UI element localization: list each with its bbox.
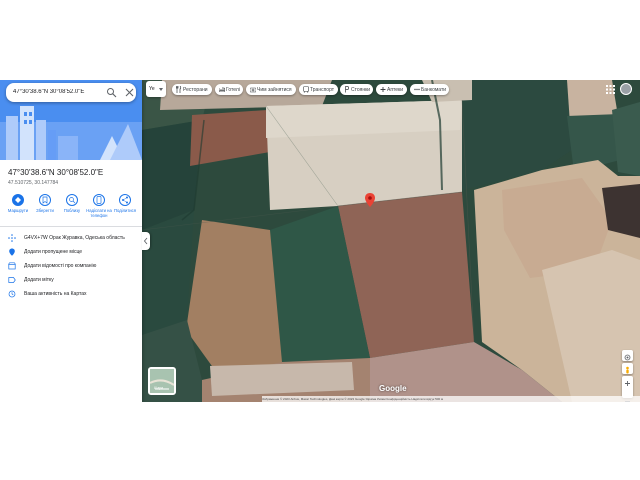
send-to-phone-button[interactable]: Надіслати на телефон xyxy=(85,194,113,218)
map-type-label: Ye xyxy=(149,86,155,92)
info-row-add-label[interactable]: Додати мітку xyxy=(8,275,138,285)
action-label: Зберегти xyxy=(36,208,54,213)
label-icon xyxy=(8,277,16,283)
info-row-add-business[interactable]: Додати відомості про компанію xyxy=(8,261,138,271)
chevron-down-icon xyxy=(159,88,163,91)
zoom-in-icon[interactable] xyxy=(622,378,633,389)
action-label: Надіслати на телефон xyxy=(86,208,112,218)
hero-image xyxy=(0,80,142,160)
chip-label: Банкомати xyxy=(421,87,447,93)
camera-icon xyxy=(250,87,256,93)
pharmacy-icon xyxy=(380,87,386,92)
map-attribution: Зображення © 2023 Airbus, Maxar Technolo… xyxy=(262,396,640,402)
place-title: 47°30'38.6"N 30°08'52.0"E xyxy=(8,168,104,177)
nearby-icon xyxy=(69,197,76,204)
map-type-select[interactable]: Ye xyxy=(146,81,166,97)
info-row-text: Додати відомості про компанію xyxy=(24,263,97,269)
bookmark-icon xyxy=(42,196,48,204)
hotel-icon xyxy=(219,87,225,92)
layers-label: Шари xyxy=(154,386,164,390)
chevron-left-icon xyxy=(143,237,148,245)
location-pin-icon[interactable] xyxy=(365,193,375,207)
send-to-phone-icon xyxy=(96,196,102,204)
chip-hotels[interactable]: Готелі xyxy=(215,84,243,95)
search-box xyxy=(6,83,136,102)
save-button[interactable]: Зберегти xyxy=(31,194,59,213)
info-row-text: Ваша активність на Картах xyxy=(24,291,87,297)
place-panel: 47°30'38.6"N 30°08'52.0"E 47.510725, 30.… xyxy=(0,80,142,402)
info-row-add-place[interactable]: Додати пропущене місце xyxy=(8,247,138,257)
directions-icon xyxy=(15,197,21,203)
chip-label: Транспорт xyxy=(310,87,335,93)
chip-restaurants[interactable]: Ресторани xyxy=(172,84,212,95)
transit-icon xyxy=(303,86,309,93)
chip-parking[interactable]: Стоянки xyxy=(340,84,373,95)
directions-button[interactable]: Маршрути xyxy=(4,194,32,213)
info-row-text: Додати мітку xyxy=(24,277,54,283)
action-label: Поблизу xyxy=(63,208,81,213)
zoom-controls xyxy=(622,376,633,402)
business-icon xyxy=(8,262,16,270)
pegman-button[interactable] xyxy=(622,363,633,374)
search-input[interactable] xyxy=(13,86,101,98)
app-frame: Ye Ресторани Готелі Чим зайнятися Трансп… xyxy=(0,80,640,402)
atm-icon xyxy=(414,88,420,91)
my-location-button[interactable] xyxy=(622,350,633,361)
info-row-text: G4VX+7W Орак Журавка, Одеська область xyxy=(24,235,125,241)
pegman-icon xyxy=(626,366,629,374)
info-row-text: Додати пропущене місце xyxy=(24,249,83,255)
plus-code-icon xyxy=(8,234,16,242)
chip-label: Стоянки xyxy=(351,87,371,93)
my-location-icon xyxy=(624,354,631,361)
chip-pharmacies[interactable]: Аптеки xyxy=(376,84,407,95)
chip-things-to-do[interactable]: Чим зайнятися xyxy=(246,84,296,95)
info-row-activity[interactable]: Ваша активність на Картах xyxy=(8,289,138,299)
chip-label: Ресторани xyxy=(183,87,208,93)
close-icon[interactable] xyxy=(124,87,135,98)
map-controls xyxy=(622,350,633,402)
account-avatar[interactable] xyxy=(620,83,632,95)
collapse-panel-button[interactable] xyxy=(142,232,150,250)
nearby-button[interactable]: Поблизу xyxy=(58,194,86,213)
satellite-map[interactable] xyxy=(141,80,640,402)
chip-label: Чим зайнятися xyxy=(257,87,292,93)
search-icon[interactable] xyxy=(106,87,117,98)
chip-label: Готелі xyxy=(226,87,240,93)
action-label: Поділитися xyxy=(113,208,137,213)
share-button[interactable]: Поділитися xyxy=(111,194,139,213)
layers-button[interactable]: Шари xyxy=(148,367,176,395)
chip-label: Аптеки xyxy=(387,87,404,93)
add-place-icon xyxy=(9,248,15,256)
share-icon xyxy=(122,196,128,204)
google-logo: Google xyxy=(379,384,407,393)
parking-icon xyxy=(345,86,349,93)
history-icon xyxy=(8,290,16,298)
place-decimal-coordinates: 47.510725, 30.147784 xyxy=(8,180,59,186)
apps-grid-icon[interactable] xyxy=(606,85,615,94)
chip-transit[interactable]: Транспорт xyxy=(299,84,338,95)
action-buttons: Маршрути Зберегти Поблизу Надіслати на т… xyxy=(4,194,138,222)
info-row-plus-code[interactable]: G4VX+7W Орак Журавка, Одеська область xyxy=(8,233,138,243)
chip-atms[interactable]: Банкомати xyxy=(410,84,449,95)
satellite-imagery xyxy=(141,80,640,402)
divider xyxy=(0,226,142,227)
action-label: Маршрути xyxy=(7,208,29,213)
restaurant-icon xyxy=(176,86,182,93)
